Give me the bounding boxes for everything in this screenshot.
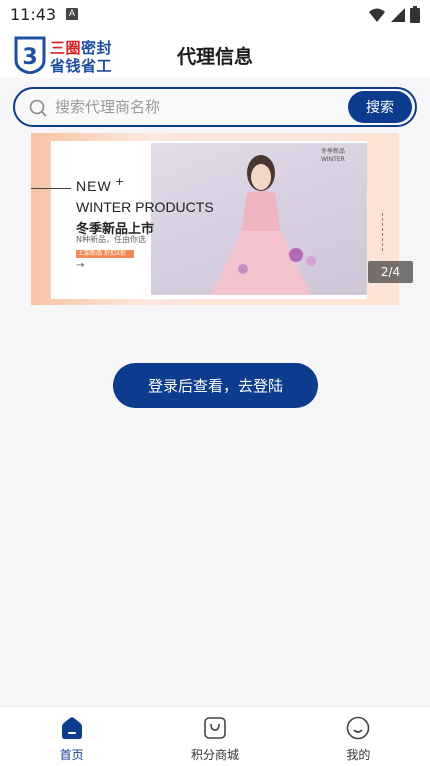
login-button[interactable]: 登录后查看，去登陆 — [113, 363, 318, 408]
search-input[interactable] — [55, 95, 341, 119]
banner-tag: 上架新品 折扣X折 — [76, 250, 134, 258]
smiley-icon — [347, 716, 370, 740]
promo-banner[interactable]: NEW + WINTER PRODUCTS 冬季新品上市 N种新品，任由你选 上… — [31, 133, 399, 305]
banner-arrow-icon: → — [76, 260, 85, 271]
banner-subtitle: N种新品，任由你选 — [76, 235, 146, 244]
banner-headline-winter: WINTER PRODUCTS — [76, 199, 214, 215]
status-icons — [368, 6, 420, 23]
tab-profile[interactable]: 我的 — [287, 707, 430, 766]
tab-points-mall[interactable]: 积分商城 — [143, 707, 286, 766]
tab-points-mall-label: 积分商城 — [190, 748, 239, 762]
status-bar: 11:43 A — [0, 0, 430, 30]
banner-headline-plus: + — [115, 175, 125, 188]
banner-headline-new: NEW — [76, 178, 112, 194]
banner-photo — [151, 143, 367, 295]
wifi-icon — [369, 8, 385, 22]
page-title: 代理信息 — [176, 46, 253, 68]
bottom-tab-bar: 首页 积分商城 我的 — [0, 706, 430, 766]
model-illustration — [211, 155, 316, 295]
banner-dotted-line — [382, 213, 383, 251]
battery-icon — [410, 6, 420, 23]
signal-icon — [391, 7, 405, 22]
banner-photo-caption-line2: WINTER — [321, 156, 345, 163]
header: 3 三圈密封 省钱省工 代理信息 — [0, 30, 430, 78]
search-button[interactable]: 搜索 — [348, 91, 412, 123]
status-time: 11:43 — [10, 5, 57, 24]
banner-rule — [31, 188, 71, 189]
tab-profile-label: 我的 — [346, 748, 371, 762]
notification-icon: A — [66, 8, 78, 20]
tab-home-label: 首页 — [59, 748, 84, 762]
search-icon — [29, 99, 47, 117]
tab-home[interactable]: 首页 — [0, 707, 143, 766]
shopping-bag-icon — [204, 717, 226, 739]
banner-photo-caption: 冬季新品 WINTER — [321, 148, 345, 164]
home-icon — [61, 717, 82, 739]
banner-photo-caption-line1: 冬季新品 — [321, 148, 346, 155]
search-bar: 搜索 — [13, 87, 417, 127]
banner-page-counter: 2/4 — [368, 261, 413, 283]
